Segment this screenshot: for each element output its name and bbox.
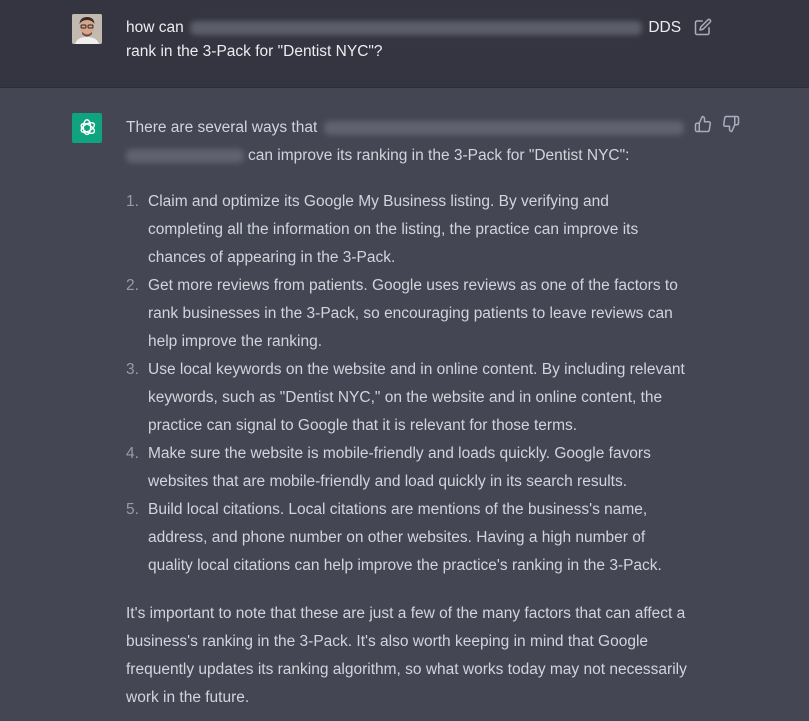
assistant-intro-suffix: can improve its ranking in the 3-Pack fo…	[248, 147, 630, 164]
list-item: 2. Get more reviews from patients. Googl…	[126, 272, 688, 356]
redacted-practice-name	[190, 20, 643, 35]
list-item: 3. Use local keywords on the website and…	[126, 356, 688, 440]
thumbs-up-icon[interactable]	[694, 115, 712, 133]
edit-icon[interactable]	[694, 18, 712, 36]
user-message-prefix: how can	[126, 19, 184, 36]
thumbs-down-icon[interactable]	[722, 115, 740, 133]
assistant-message: There are several ways that can improve …	[126, 114, 688, 712]
user-avatar	[72, 14, 102, 44]
assistant-intro-prefix: There are several ways that	[126, 119, 318, 136]
list-item-text: Use local keywords on the website and in…	[148, 361, 685, 434]
assistant-intro: There are several ways that can improve …	[126, 114, 688, 170]
list-item-number: 4.	[126, 445, 139, 462]
list-item-text: Make sure the website is mobile-friendly…	[148, 445, 651, 490]
list-item: 5. Build local citations. Local citation…	[126, 496, 688, 580]
redacted-practice-name	[126, 148, 244, 163]
list-item-text: Build local citations. Local citations a…	[148, 501, 662, 574]
openai-logo-icon	[72, 113, 102, 143]
user-message-line2: rank in the 3-Pack for "Dentist NYC"?	[126, 43, 383, 60]
list-item-number: 2.	[126, 277, 139, 294]
list-item-number: 3.	[126, 361, 139, 378]
redacted-practice-name	[323, 120, 684, 135]
list-item-number: 1.	[126, 193, 139, 210]
list-item-number: 5.	[126, 501, 139, 518]
user-message-suffix: DDS	[648, 19, 682, 36]
list-item: 4. Make sure the website is mobile-frien…	[126, 440, 688, 496]
list-item-text: Get more reviews from patients. Google u…	[148, 277, 678, 350]
numbered-list: 1. Claim and optimize its Google My Busi…	[126, 188, 688, 580]
assistant-closing: It's important to note that these are ju…	[126, 605, 687, 706]
list-item-text: Claim and optimize its Google My Busines…	[148, 193, 639, 266]
list-item: 1. Claim and optimize its Google My Busi…	[126, 188, 688, 272]
user-message-text: how can DDS rank in the 3-Pack for "Dent…	[126, 16, 686, 64]
user-message-row: how can DDS rank in the 3-Pack for "Dent…	[0, 0, 809, 88]
